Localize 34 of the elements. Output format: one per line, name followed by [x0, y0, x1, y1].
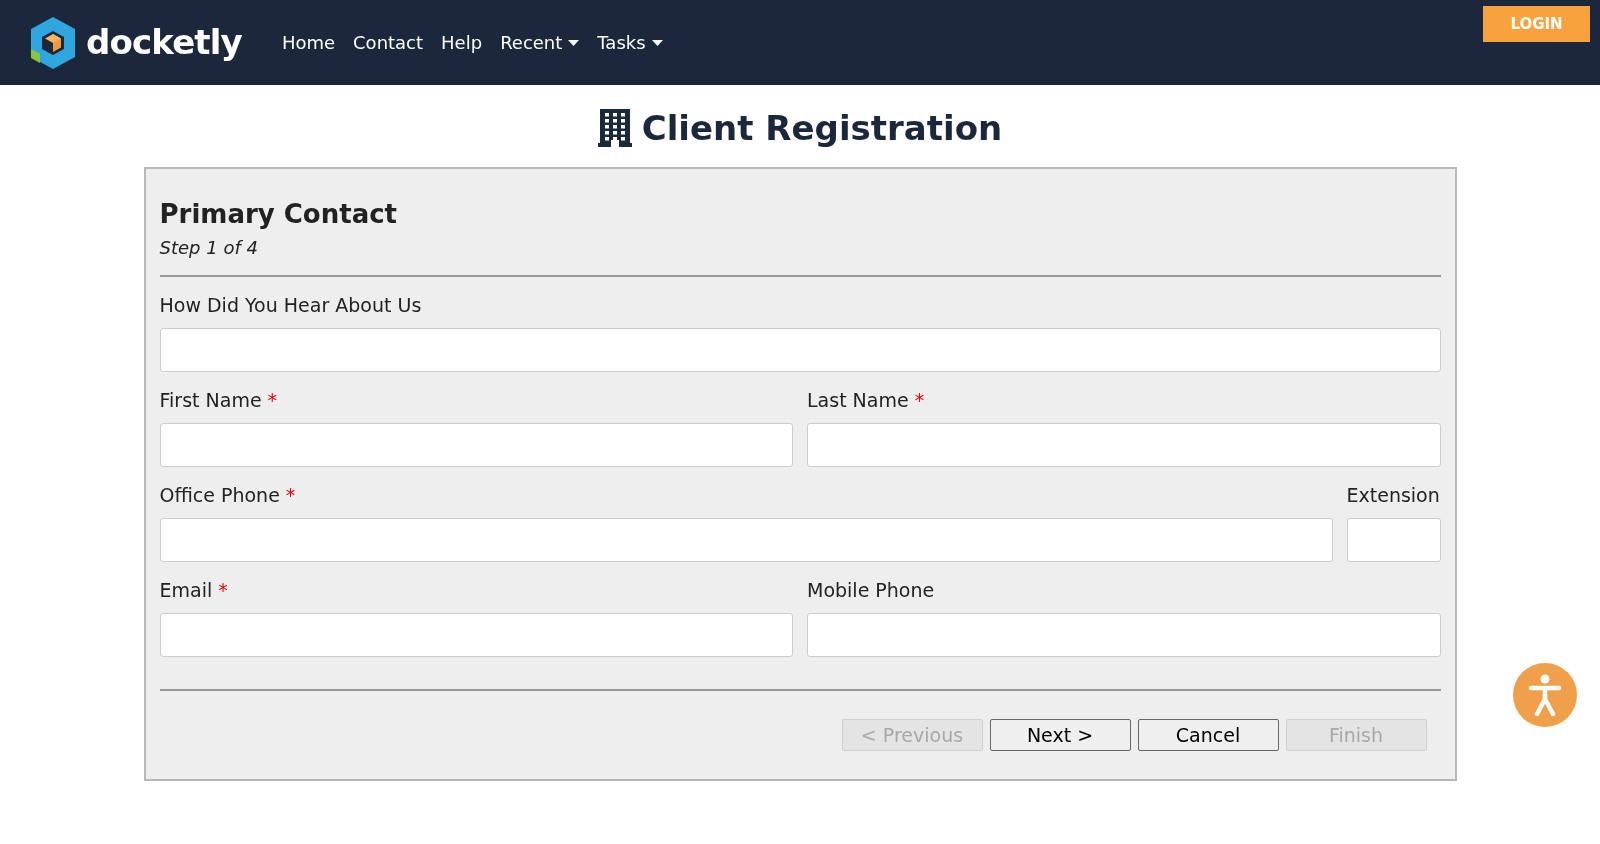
nav-link[interactable]: Tasks — [597, 29, 663, 56]
field-label: Mobile Phone — [807, 578, 935, 602]
field-label: How Did You Hear About Us — [159, 293, 422, 317]
required-asterisk: * — [267, 388, 278, 412]
field-label: Office Phone — [159, 483, 280, 507]
required-asterisk: * — [914, 388, 925, 412]
input-field[interactable] — [159, 613, 793, 657]
building-icon — [597, 109, 632, 147]
caret-icon — [568, 39, 580, 46]
section-title: Primary Contact — [159, 198, 399, 231]
step-indicator: Step 1 of 4 — [159, 236, 259, 260]
brand-name: docketly — [86, 21, 242, 64]
nav-link[interactable]: Home — [281, 29, 336, 56]
input-field[interactable] — [159, 518, 1333, 562]
required-asterisk: * — [285, 483, 296, 507]
input-field[interactable] — [807, 423, 1441, 467]
nav-link[interactable]: Contact — [353, 29, 424, 56]
page-title: Client Registration — [641, 106, 1003, 150]
field-label: Extension — [1346, 483, 1440, 507]
field-label: Email — [159, 578, 213, 602]
input-field[interactable] — [807, 613, 1441, 657]
input-field[interactable] — [1346, 518, 1441, 562]
wizard-button[interactable]: Cancel — [1137, 719, 1279, 751]
hexagon-cube-logo-icon — [28, 14, 78, 71]
wizard-button[interactable]: Next > — [989, 719, 1131, 751]
nav-link[interactable]: Help — [441, 29, 483, 56]
input-field[interactable] — [159, 423, 793, 467]
field-label: First Name — [159, 388, 262, 412]
required-asterisk: * — [218, 578, 228, 602]
nav-link[interactable]: Recent — [500, 29, 580, 56]
input-field[interactable] — [159, 328, 1441, 372]
person-icon — [1528, 674, 1562, 716]
field-label: Last Name — [807, 388, 909, 412]
caret-icon — [651, 39, 663, 46]
